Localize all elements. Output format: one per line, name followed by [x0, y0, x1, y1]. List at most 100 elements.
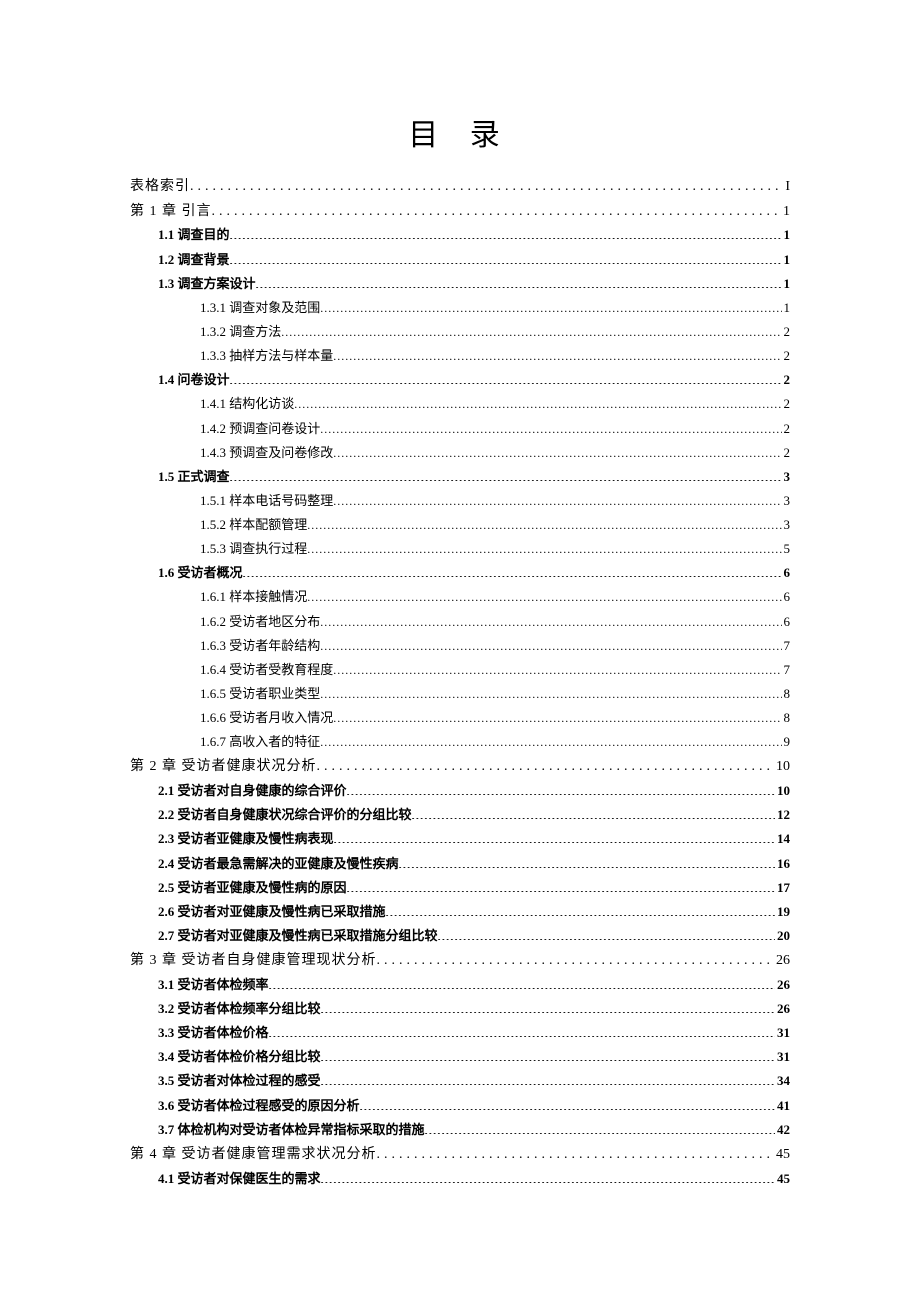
- toc-leader-dots: [269, 976, 775, 989]
- toc-entry-page: 19: [775, 902, 790, 922]
- toc-entry-label: 第 4 章 受访者健康管理需求状况分析: [130, 1144, 377, 1166]
- toc-entry: 1.5.2 样本配额管理3: [130, 515, 790, 535]
- toc-entry-label: 1.6.4 受访者受教育程度: [200, 660, 333, 680]
- toc-entry-label: 1.6.3 受访者年龄结构: [200, 636, 320, 656]
- toc-leader-dots: [307, 540, 781, 553]
- toc-entry: 1.4.2 预调查问卷设计2: [130, 419, 790, 439]
- toc-leader-dots: [307, 516, 781, 529]
- toc-entry: 1.3 调查方案设计1: [130, 274, 790, 294]
- toc-entry-label: 第 3 章 受访者自身健康管理现状分析: [130, 950, 377, 972]
- toc-entry: 3.4 受访者体检价格分组比较31: [130, 1047, 790, 1067]
- toc-entry-label: 第 2 章 受访者健康状况分析: [130, 756, 317, 778]
- toc-entry-page: 10: [775, 781, 790, 801]
- toc-entry: 1.3.1 调查对象及范围 1: [130, 298, 790, 318]
- toc-entry-label: 3.7 体检机构对受访者体检异常指标采取的措施: [158, 1120, 425, 1140]
- toc-entry-page: 6: [782, 587, 791, 607]
- toc-entry-label: 1.5.1 样本电话号码整理: [200, 491, 333, 511]
- toc-entry: 第 3 章 受访者自身健康管理现状分析 26: [130, 950, 790, 972]
- toc-entry: 表格索引 I: [130, 176, 790, 198]
- toc-leader-dots: [243, 564, 782, 577]
- toc-entry: 1.3.2 调查方法2: [130, 322, 790, 342]
- toc-entry-label: 1.3.3 抽样方法与样本量: [200, 346, 333, 366]
- toc-leader-dots: [333, 444, 781, 457]
- toc-entry: 1.6.2 受访者地区分布 6: [130, 612, 790, 632]
- toc-entry: 1.6.3 受访者年龄结构7: [130, 636, 790, 656]
- toc-leader-dots: [347, 782, 775, 795]
- toc-leader-dots: [294, 395, 781, 408]
- toc-entry: 3.1 受访者体检频率26: [130, 975, 790, 995]
- toc-entry-label: 1.3.1 调查对象及范围: [200, 298, 320, 318]
- toc-entry-page: I: [783, 176, 790, 198]
- toc-entry-page: 3: [782, 491, 791, 511]
- toc-leader-dots: [230, 371, 782, 384]
- toc-entry-page: 20: [775, 926, 790, 946]
- toc-entry-label: 3.6 受访者体检过程感受的原因分析: [158, 1096, 360, 1116]
- toc-entry-page: 14: [775, 829, 790, 849]
- toc-entry: 3.6 受访者体检过程感受的原因分析 41: [130, 1096, 790, 1116]
- toc-entry-label: 2.2 受访者自身健康状况综合评价的分组比较: [158, 805, 412, 825]
- toc-entry-page: 9: [782, 732, 791, 752]
- toc-entry: 2.1 受访者对自身健康的综合评价 10: [130, 781, 790, 801]
- toc-entry-label: 2.5 受访者亚健康及慢性病的原因: [158, 878, 347, 898]
- toc-leader-dots: [399, 855, 775, 868]
- toc-leader-dots: [386, 903, 775, 916]
- toc-entry-page: 1: [782, 250, 791, 270]
- toc-entry-page: 16: [775, 854, 790, 874]
- toc-entry: 第 4 章 受访者健康管理需求状况分析45: [130, 1144, 790, 1166]
- toc-leader-dots: [333, 661, 781, 674]
- toc-entry-label: 1.6.5 受访者职业类型: [200, 684, 320, 704]
- toc-entry-label: 2.1 受访者对自身健康的综合评价: [158, 781, 347, 801]
- toc-leader-dots: [230, 468, 782, 481]
- toc-entry-label: 表格索引: [130, 176, 190, 198]
- toc-entry-label: 1.5 正式调查: [158, 467, 230, 487]
- table-of-contents: 表格索引I第 1 章 引言11.1 调查目的11.2 调查背景11.3 调查方案…: [130, 176, 790, 1189]
- toc-entry: 1.5 正式调查3: [130, 467, 790, 487]
- toc-entry-page: 7: [782, 660, 791, 680]
- toc-entry-label: 1.6.2 受访者地区分布: [200, 612, 320, 632]
- toc-entry-page: 41: [775, 1096, 790, 1116]
- toc-entry: 1.5.3 调查执行过程 5: [130, 539, 790, 559]
- toc-entry-page: 1: [782, 298, 791, 318]
- toc-entry: 2.5 受访者亚健康及慢性病的原因17: [130, 878, 790, 898]
- toc-entry-page: 5: [782, 539, 791, 559]
- toc-entry-label: 2.7 受访者对亚健康及慢性病已采取措施分组比较: [158, 926, 438, 946]
- toc-entry-label: 2.4 受访者最急需解决的亚健康及慢性疾病: [158, 854, 399, 874]
- toc-leader-dots: [347, 879, 775, 892]
- toc-entry-page: 26: [774, 950, 790, 972]
- toc-leader-dots: [321, 1170, 775, 1183]
- toc-entry-label: 1.1 调查目的: [158, 225, 230, 245]
- toc-leader-dots: [320, 420, 781, 433]
- toc-entry-label: 3.3 受访者体检价格: [158, 1023, 269, 1043]
- toc-leader-dots: [320, 299, 781, 312]
- toc-entry-page: 8: [782, 708, 791, 728]
- toc-leader-dots: [317, 756, 775, 770]
- toc-entry-page: 45: [775, 1169, 790, 1189]
- toc-entry-page: 2: [782, 394, 791, 414]
- toc-entry: 1.4.3 预调查及问卷修改2: [130, 443, 790, 463]
- toc-leader-dots: [377, 950, 775, 964]
- toc-entry: 3.3 受访者体检价格31: [130, 1023, 790, 1043]
- toc-leader-dots: [320, 733, 781, 746]
- toc-entry-page: 1: [782, 225, 791, 245]
- toc-entry-label: 1.6 受访者概况: [158, 563, 243, 583]
- toc-entry: 1.6.1 样本接触情况6: [130, 587, 790, 607]
- toc-entry-label: 1.4 问卷设计: [158, 370, 230, 390]
- toc-entry-label: 1.5.3 调查执行过程: [200, 539, 307, 559]
- toc-entry: 2.7 受访者对亚健康及慢性病已采取措施分组比较 20: [130, 926, 790, 946]
- toc-leader-dots: [438, 927, 775, 940]
- toc-entry-page: 8: [782, 684, 791, 704]
- toc-entry-label: 3.2 受访者体检频率分组比较: [158, 999, 321, 1019]
- toc-entry-page: 2: [782, 419, 791, 439]
- toc-entry-page: 2: [782, 346, 791, 366]
- toc-entry: 3.5 受访者对体检过程的感受34: [130, 1071, 790, 1091]
- toc-leader-dots: [320, 685, 781, 698]
- toc-entry-label: 3.4 受访者体检价格分组比较: [158, 1047, 321, 1067]
- toc-entry-label: 1.4.1 结构化访谈: [200, 394, 294, 414]
- toc-leader-dots: [281, 323, 781, 336]
- toc-entry: 1.6.7 高收入者的特征9: [130, 732, 790, 752]
- toc-entry: 1.6.5 受访者职业类型 8: [130, 684, 790, 704]
- toc-leader-dots: [377, 1144, 775, 1158]
- toc-entry-page: 6: [782, 612, 791, 632]
- toc-entry: 2.6 受访者对亚健康及慢性病已采取措施19: [130, 902, 790, 922]
- toc-entry-label: 2.3 受访者亚健康及慢性病表现: [158, 829, 334, 849]
